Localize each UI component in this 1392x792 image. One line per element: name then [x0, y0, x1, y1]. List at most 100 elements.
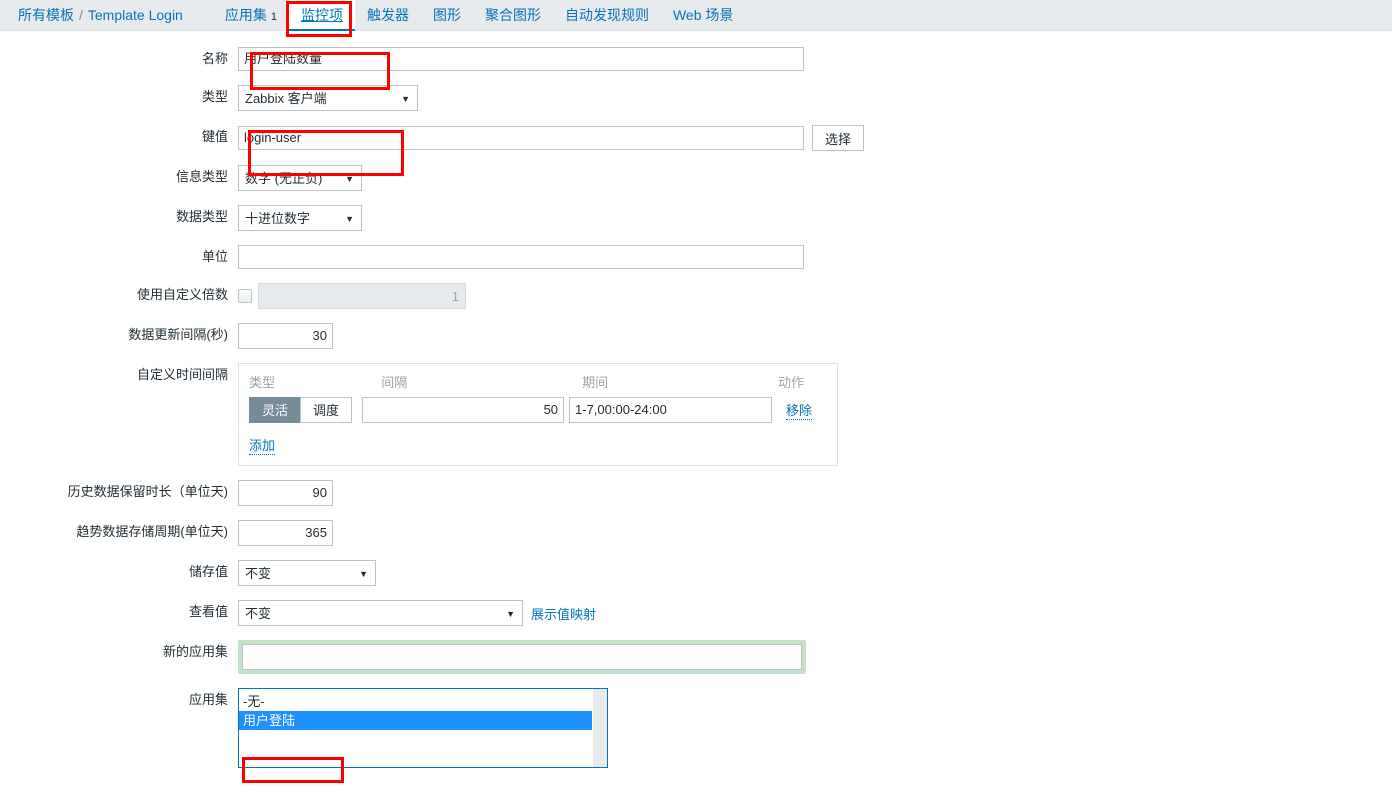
label-history: 历史数据保留时长（单位天)	[67, 484, 228, 499]
field-custom-intervals: 类型 间隔 期间 动作 灵活 调度 移除 添加	[238, 363, 838, 466]
custom-intervals-box: 类型 间隔 期间 动作 灵活 调度 移除 添加	[238, 363, 838, 466]
units-input[interactable]	[238, 245, 804, 269]
applications-scrollbar[interactable]	[592, 689, 607, 767]
form-row-trends: 趋势数据存储周期(单位天)	[0, 520, 1392, 546]
custom-intervals-header: 类型 间隔 期间 动作	[249, 372, 827, 397]
interval-type-toggle: 灵活 调度	[249, 397, 353, 423]
data-type-select-value: 十进位数字	[245, 211, 311, 226]
form-row-new-application: 新的应用集	[0, 640, 1392, 674]
tab-web-scenarios[interactable]: Web 场景	[661, 0, 745, 31]
tab-screens[interactable]: 聚合图形	[473, 0, 553, 31]
label-multiplier: 使用自定义倍数	[136, 287, 228, 302]
field-applications: -无- 用户登陆	[238, 688, 608, 768]
store-value-select-value: 不变	[245, 566, 272, 581]
field-units	[238, 245, 804, 269]
chevron-down-icon: ▼	[359, 569, 368, 579]
breadcrumb-separator: /	[79, 7, 83, 23]
name-input[interactable]	[238, 47, 804, 71]
chevron-down-icon: ▼	[345, 214, 354, 224]
label-update-interval: 数据更新间隔(秒)	[128, 327, 228, 342]
applications-options: -无- 用户登陆	[239, 689, 607, 730]
chevron-down-icon: ▼	[345, 174, 354, 184]
value-type-select-value: 数字 (无正负)	[245, 171, 323, 186]
label-applications: 应用集	[188, 692, 228, 707]
key-select-button[interactable]: 选择	[812, 125, 865, 151]
form-row-key: 键值 选择	[0, 125, 1392, 151]
form-row-name: 名称	[0, 47, 1392, 71]
col-header-action: 动作	[778, 375, 805, 390]
field-new-application	[238, 640, 806, 674]
interval-type-scheduling[interactable]: 调度	[300, 397, 353, 423]
tab-applications-count: 1	[270, 10, 277, 23]
breadcrumb-all-templates[interactable]: 所有模板	[18, 5, 74, 25]
field-value-type: 数字 (无正负) ▼	[238, 165, 362, 191]
tab-graphs[interactable]: 图形	[421, 0, 473, 31]
application-option-none[interactable]: -无-	[239, 692, 607, 711]
value-mapping-link[interactable]: 展示值映射	[531, 604, 596, 623]
form-row-custom-intervals: 自定义时间间隔 类型 间隔 期间 动作 灵活 调度 移除	[0, 363, 1392, 466]
tab-triggers[interactable]: 触发器	[355, 0, 421, 31]
new-application-input[interactable]	[242, 644, 802, 670]
tab-graphs-label: 图形	[432, 6, 461, 23]
label-store-value: 储存值	[188, 564, 228, 579]
breadcrumb-template-login[interactable]: Template Login	[88, 7, 183, 23]
breadcrumb: 所有模板 / Template Login	[18, 5, 183, 25]
custom-interval-row: 灵活 调度 移除	[249, 397, 827, 423]
tab-discovery-rules[interactable]: 自动发现规则	[553, 0, 661, 31]
tab-items[interactable]: 监控项	[288, 0, 355, 31]
interval-period-input[interactable]	[569, 397, 773, 423]
form-row-data-type: 数据类型 十进位数字 ▼	[0, 205, 1392, 231]
store-value-select[interactable]: 不变 ▼	[238, 560, 376, 586]
field-data-type: 十进位数字 ▼	[238, 205, 362, 231]
field-show-value: 不变 ▼ 展示值映射	[238, 600, 596, 626]
show-value-select-value: 不变	[245, 606, 272, 621]
col-header-interval: 间隔	[381, 375, 408, 390]
item-form: 名称 类型 Zabbix 客户端 ▼ 键值 选择 信息类型 数字 (无正负) ▼	[0, 31, 1392, 768]
label-key: 键值	[201, 129, 228, 144]
type-select[interactable]: Zabbix 客户端 ▼	[238, 85, 418, 111]
update-interval-input[interactable]	[238, 323, 333, 349]
label-value-type: 信息类型	[175, 169, 228, 184]
form-row-update-interval: 数据更新间隔(秒)	[0, 323, 1392, 349]
multiplier-checkbox[interactable]	[238, 289, 252, 303]
value-type-select[interactable]: 数字 (无正负) ▼	[238, 165, 362, 191]
form-row-units: 单位	[0, 245, 1392, 269]
history-input[interactable]	[238, 480, 333, 506]
tab-applications[interactable]: 应用集 1	[213, 0, 289, 31]
field-trends	[238, 520, 333, 546]
tab-screens-label: 聚合图形	[484, 6, 541, 23]
form-row-type: 类型 Zabbix 客户端 ▼	[0, 85, 1392, 111]
field-multiplier: 1	[238, 283, 466, 309]
key-input[interactable]	[238, 126, 804, 150]
tab-items-label: 监控项	[300, 6, 343, 23]
applications-listbox[interactable]: -无- 用户登陆	[238, 688, 608, 768]
interval-remove-link[interactable]: 移除	[786, 400, 813, 420]
multiplier-value-input: 1	[258, 283, 466, 309]
chevron-down-icon: ▼	[506, 609, 515, 619]
interval-value-input[interactable]	[362, 397, 565, 423]
interval-add-link[interactable]: 添加	[249, 435, 276, 455]
form-row-value-type: 信息类型 数字 (无正负) ▼	[0, 165, 1392, 191]
label-new-application: 新的应用集	[162, 644, 228, 659]
chevron-down-icon: ▼	[401, 94, 410, 104]
template-tabs: 应用集 1 监控项 触发器 图形 聚合图形 自动发现规则 Web 场景	[213, 0, 746, 31]
field-update-interval	[238, 323, 333, 349]
field-type: Zabbix 客户端 ▼	[238, 85, 418, 111]
field-name	[238, 47, 804, 71]
field-history	[238, 480, 333, 506]
field-store-value: 不变 ▼	[238, 560, 376, 586]
form-row-applications: 应用集 -无- 用户登陆	[0, 688, 1392, 768]
interval-type-flexible[interactable]: 灵活	[249, 397, 302, 423]
data-type-select[interactable]: 十进位数字 ▼	[238, 205, 362, 231]
label-units: 单位	[201, 249, 228, 264]
page-header: 所有模板 / Template Login 应用集 1 监控项 触发器 图形 聚合…	[0, 0, 1392, 31]
form-row-multiplier: 使用自定义倍数 1	[0, 283, 1392, 309]
show-value-select[interactable]: 不变 ▼	[238, 600, 523, 626]
label-custom-intervals: 自定义时间间隔	[136, 367, 228, 382]
form-row-show-value: 查看值 不变 ▼ 展示值映射	[0, 600, 1392, 626]
application-option-selected[interactable]: 用户登陆	[239, 711, 607, 730]
tab-discovery-rules-label: 自动发现规则	[564, 6, 649, 23]
label-trends: 趋势数据存储周期(单位天)	[76, 524, 228, 539]
trends-input[interactable]	[238, 520, 333, 546]
col-header-period: 期间	[582, 375, 609, 390]
